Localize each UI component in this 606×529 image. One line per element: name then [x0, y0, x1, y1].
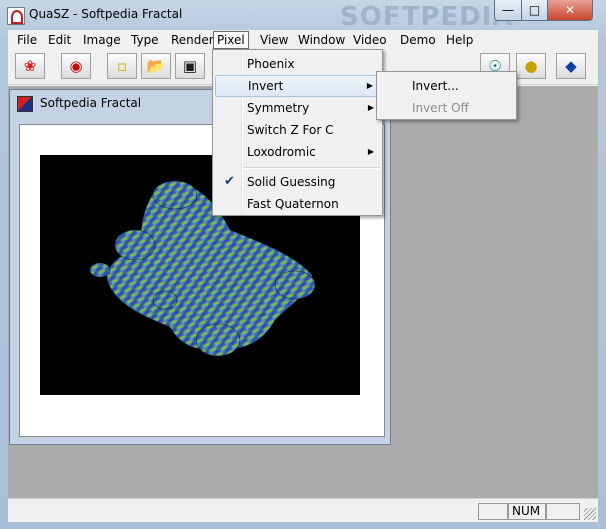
menu-item-fast-quaternon[interactable]: Fast Quaternon [215, 193, 380, 215]
render-icon: ● [524, 56, 538, 75]
ladybug-icon: ◉ [69, 56, 83, 75]
diamond-button[interactable]: ◆ [556, 53, 586, 79]
menu-help[interactable]: Help [443, 32, 476, 48]
menu-item-solid-guessing[interactable]: ✔ Solid Guessing [215, 171, 380, 193]
menu-edit[interactable]: Edit [45, 32, 74, 48]
menu-item-invert[interactable]: Invert ▶ [215, 75, 380, 97]
menu-render[interactable]: Render [168, 32, 217, 48]
fractal-button[interactable]: ❀ [15, 53, 45, 79]
menu-item-label: Switch Z For C [247, 123, 334, 137]
new-image-icon: ▫ [116, 56, 128, 75]
resize-grip[interactable] [584, 508, 596, 520]
pixel-menu: Phoenix Invert ▶ Symmetry ▶ Switch Z For C… [212, 49, 383, 216]
status-pane-num: NUM [508, 503, 546, 520]
window-title: QuaSZ - Softpedia Fractal [29, 7, 183, 21]
menu-pixel[interactable]: Pixel [213, 31, 249, 49]
menu-item-invert-off: Invert Off [379, 97, 514, 119]
render-button[interactable]: ● [516, 53, 546, 79]
menu-item-invert-dialog[interactable]: Invert... [379, 75, 514, 97]
new-image-button[interactable]: ▫ [107, 53, 137, 79]
menu-image[interactable]: Image [80, 32, 124, 48]
submenu-arrow-icon: ▶ [367, 103, 374, 112]
menu-separator [243, 167, 380, 169]
menu-bar: File Edit Image Type Render Pixel View W… [8, 30, 598, 50]
submenu-arrow-icon: ▶ [367, 147, 374, 156]
menu-demo[interactable]: Demo [397, 32, 439, 48]
submenu-arrow-icon: ▶ [366, 81, 373, 90]
child-window-title: Softpedia Fractal [40, 96, 142, 110]
ladybug-button[interactable]: ◉ [61, 53, 91, 79]
checkmark-icon: ✔ [224, 174, 235, 189]
open-button[interactable]: 📂 [141, 53, 171, 79]
app-icon[interactable] [7, 7, 25, 25]
child-window-icon[interactable] [17, 96, 33, 112]
save-button[interactable]: ▣ [175, 53, 205, 79]
maximize-icon: □ [528, 3, 541, 17]
invert-submenu: Invert... Invert Off [376, 71, 517, 120]
close-icon: ✕ [564, 3, 576, 17]
diamond-icon: ◆ [565, 56, 577, 75]
close-button[interactable]: ✕ [547, 0, 593, 21]
status-pane-extra [546, 503, 580, 520]
menu-item-label: Solid Guessing [247, 175, 336, 189]
menu-item-label: Fast Quaternon [247, 197, 339, 211]
menu-item-switch-z-for-c[interactable]: Switch Z For C [215, 119, 380, 141]
menu-item-label: Symmetry [247, 101, 310, 115]
open-folder-icon: 📂 [146, 56, 166, 75]
menu-file[interactable]: File [14, 32, 40, 48]
menu-item-label: Loxodromic [247, 145, 316, 159]
menu-window[interactable]: Window [295, 32, 348, 48]
menu-item-label: Phoenix [247, 57, 295, 71]
menu-item-loxodromic[interactable]: Loxodromic ▶ [215, 141, 380, 163]
fractal-icon: ❀ [23, 56, 37, 75]
save-disk-icon: ▣ [182, 56, 198, 75]
menu-item-phoenix[interactable]: Phoenix [215, 53, 380, 75]
menu-item-label: Invert [248, 79, 284, 93]
menu-item-symmetry[interactable]: Symmetry ▶ [215, 97, 380, 119]
maximize-button[interactable]: □ [521, 0, 548, 21]
minimize-icon: — [502, 3, 514, 17]
softpedia-watermark: SOFTPEDIA [340, 2, 514, 32]
menu-type[interactable]: Type [128, 32, 162, 48]
menu-video[interactable]: Video [350, 32, 390, 48]
status-pane-empty [478, 503, 508, 520]
menu-view[interactable]: View [257, 32, 291, 48]
minimize-button[interactable]: — [494, 0, 522, 21]
menu-item-label: Invert Off [412, 101, 469, 115]
menu-item-label: Invert... [412, 79, 459, 93]
